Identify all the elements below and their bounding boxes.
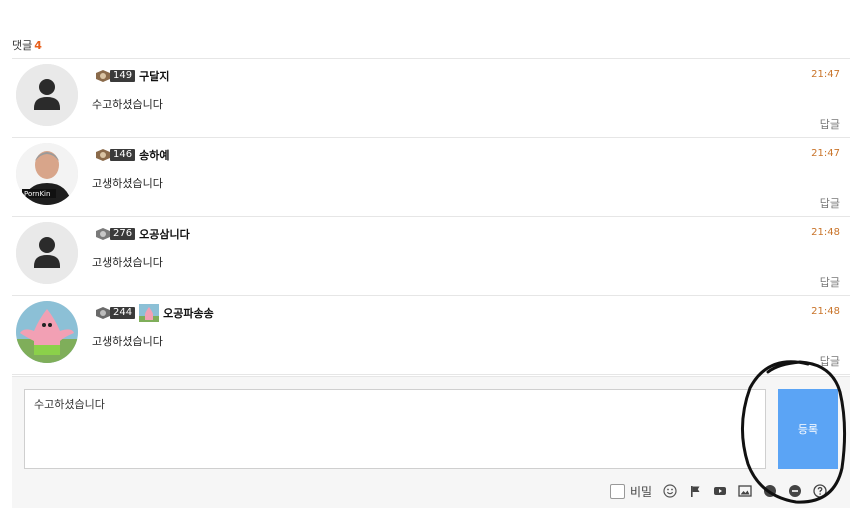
comment-list: 149 구달지 21:47 수고하셨습니다 답글 PornKin 146 송하예… bbox=[12, 58, 850, 375]
photo-avatar-icon: PornKin bbox=[16, 143, 78, 205]
level-badge: 149 bbox=[94, 69, 136, 83]
reply-button[interactable]: 답글 bbox=[820, 274, 840, 290]
comment-meta: 276 오공삼니다 bbox=[94, 226, 190, 242]
secret-label: 비밀 bbox=[630, 484, 653, 499]
secret-checkbox[interactable] bbox=[610, 483, 625, 499]
avatar[interactable]: PornKin bbox=[16, 143, 78, 205]
reply-button[interactable]: 답글 bbox=[820, 195, 840, 211]
nickname[interactable]: 송하예 bbox=[139, 147, 169, 163]
write-toolbar: 비밀 bbox=[610, 481, 827, 501]
submit-button[interactable]: 등록 bbox=[778, 389, 838, 469]
avatar-text: PornKin bbox=[24, 190, 50, 198]
minus-circle-icon[interactable] bbox=[787, 484, 802, 499]
comment-time: 21:48 bbox=[811, 227, 840, 238]
comment-item: 276 오공삼니다 21:48 고생하셨습니다 답글 bbox=[12, 217, 850, 296]
comment-item: 244 오공파송송 21:48 고생하셨습니다 답글 bbox=[12, 296, 850, 375]
default-avatar-icon bbox=[16, 222, 78, 284]
comment-text: 수고하셨습니다 bbox=[92, 98, 163, 111]
level-number: 149 bbox=[110, 70, 136, 82]
comment-input[interactable] bbox=[25, 390, 765, 468]
comment-input-wrap bbox=[24, 389, 766, 469]
help-icon[interactable] bbox=[812, 484, 827, 499]
comment-time: 21:48 bbox=[811, 306, 840, 317]
comment-header: 댓글 4 bbox=[12, 37, 42, 53]
level-badge: 146 bbox=[94, 148, 136, 162]
video-icon[interactable] bbox=[712, 484, 727, 499]
level-badge: 276 bbox=[94, 227, 136, 241]
nickname[interactable]: 오공파송송 bbox=[163, 305, 214, 321]
comment-text: 고생하셨습니다 bbox=[92, 256, 163, 269]
level-number: 276 bbox=[110, 228, 136, 240]
comment-text: 고생하셨습니다 bbox=[92, 177, 163, 190]
avatar[interactable] bbox=[16, 64, 78, 126]
comment-write-box: 등록 비밀 bbox=[12, 376, 850, 508]
comment-meta: 146 송하예 bbox=[94, 147, 169, 163]
comment-count: 4 bbox=[34, 39, 42, 52]
default-avatar-icon bbox=[16, 64, 78, 126]
comment-item: 149 구달지 21:47 수고하셨습니다 답글 bbox=[12, 59, 850, 138]
patrick-thumbnail-icon bbox=[139, 304, 160, 322]
nickname[interactable]: 구달지 bbox=[139, 68, 169, 84]
flag-icon[interactable] bbox=[687, 484, 702, 499]
comment-time: 21:47 bbox=[811, 69, 840, 80]
nickname[interactable]: 오공삼니다 bbox=[139, 226, 190, 242]
avatar[interactable] bbox=[16, 301, 78, 363]
comment-meta: 244 오공파송송 bbox=[94, 304, 214, 322]
comment-item: PornKin 146 송하예 21:47 고생하셨습니다 답글 bbox=[12, 138, 850, 217]
level-number: 146 bbox=[110, 149, 136, 161]
reply-button[interactable]: 답글 bbox=[820, 353, 840, 369]
level-badge: 244 bbox=[94, 306, 136, 320]
info-icon[interactable] bbox=[762, 484, 777, 499]
image-icon[interactable] bbox=[737, 484, 752, 499]
emoji-icon[interactable] bbox=[662, 484, 677, 499]
reply-button[interactable]: 답글 bbox=[820, 116, 840, 132]
level-number: 244 bbox=[110, 307, 136, 319]
avatar[interactable] bbox=[16, 222, 78, 284]
comment-header-label: 댓글 bbox=[12, 39, 33, 52]
patrick-avatar-icon bbox=[16, 301, 78, 363]
comment-meta: 149 구달지 bbox=[94, 68, 169, 84]
comment-text: 고생하셨습니다 bbox=[92, 335, 163, 348]
comment-time: 21:47 bbox=[811, 148, 840, 159]
user-thumbnail bbox=[139, 304, 160, 322]
